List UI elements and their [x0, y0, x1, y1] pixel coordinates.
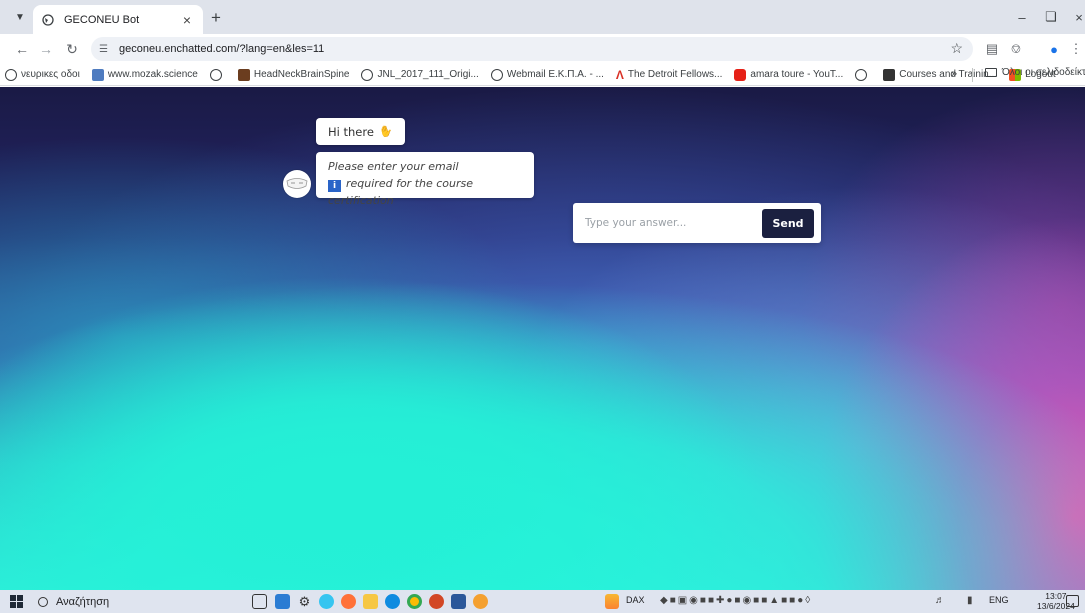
dax-chart-icon — [605, 594, 619, 609]
bookmarks-bar: νευρικες οδοι www.mozak.science HeadNeck… — [0, 64, 1085, 86]
chrome-icon[interactable] — [407, 594, 422, 609]
new-tab-button[interactable]: + — [206, 8, 226, 28]
bookmark-item[interactable] — [855, 68, 871, 81]
info-icon: i — [328, 180, 341, 192]
taskbar-search-text: Αναζήτηση — [56, 595, 110, 608]
minimize-icon[interactable]: – — [1011, 6, 1033, 28]
globe-icon — [5, 68, 17, 81]
globe-icon — [855, 68, 868, 81]
bookmark-item[interactable]: Λ The Detroit Fellows... — [616, 68, 723, 82]
search-icon — [38, 596, 48, 607]
browser-toolbar: ← → ↻ ☰ geconeu.enchatted.com/?lang=en&l… — [0, 34, 1085, 64]
bookmark-item[interactable]: amara toure - YouT... — [734, 68, 844, 81]
word-icon[interactable] — [451, 594, 466, 609]
restore-icon[interactable]: ❏ — [1040, 6, 1062, 28]
reading-list-icon[interactable]: ▤ — [982, 39, 1002, 59]
tab-strip: ▼ GECONEU Bot × + – ❏ × — [0, 0, 1085, 34]
firefox-icon[interactable] — [341, 594, 356, 609]
profile-icon[interactable]: ● — [1044, 39, 1064, 59]
close-window-icon[interactable]: × — [1068, 6, 1085, 28]
bookmark-label: Webmail Ε.Κ.Π.Α. - ... — [506, 69, 604, 80]
bookmark-label: The Detroit Fellows... — [627, 69, 723, 80]
bookmark-label: JNL_2017_111_Origi... — [377, 69, 479, 80]
file-explorer-icon[interactable] — [363, 594, 378, 609]
bookmark-label: amara toure - YouT... — [750, 69, 844, 80]
system-tray-icons[interactable]: ◆■▣◉■■✚●■◉■■▲■■●◊ — [660, 595, 812, 606]
all-bookmarks-folder[interactable]: Όλοι οι σελιδοδείκτες — [985, 67, 1085, 78]
bookmark-item[interactable]: νευρικες οδοι — [5, 68, 80, 81]
volume-icon[interactable]: ♬ — [935, 595, 945, 606]
tab-title: GECONEU Bot — [64, 13, 140, 26]
battery-icon[interactable]: ▮ — [967, 595, 973, 606]
close-tab-icon[interactable]: × — [179, 12, 195, 28]
bookmarks-divider — [972, 68, 973, 82]
bookmark-item[interactable] — [209, 68, 226, 81]
globe-icon — [490, 68, 503, 81]
edge-icon[interactable] — [385, 594, 400, 609]
tab-search-dropdown-icon[interactable]: ▼ — [9, 7, 31, 27]
site-info-icon[interactable]: ☰ — [99, 44, 119, 55]
detroit-icon: Λ — [615, 67, 624, 82]
globe-icon — [41, 13, 55, 27]
prompt-line-2: required for the course certification — [328, 177, 474, 207]
greeting-text: Hi there — [328, 124, 374, 139]
notification-icon[interactable] — [1066, 595, 1079, 607]
dax-label: DAX — [626, 595, 645, 605]
powerpoint-icon[interactable] — [429, 594, 444, 609]
bot-avatar — [283, 170, 311, 198]
book-icon — [237, 68, 250, 81]
task-view-icon[interactable] — [252, 594, 267, 609]
address-bar[interactable]: ☰ geconeu.enchatted.com/?lang=en&les=11 … — [91, 37, 973, 61]
language-indicator[interactable]: ENG — [989, 595, 1009, 605]
taskbar-search[interactable]: Αναζήτηση — [38, 593, 238, 610]
windows-start-icon[interactable] — [10, 595, 23, 608]
greeting-bubble: Hi there ✋ — [316, 118, 405, 145]
send-button[interactable]: Send — [762, 208, 814, 238]
settings-icon[interactable]: ⚙ — [297, 594, 312, 609]
url-text[interactable]: geconeu.enchatted.com/?lang=en&les=11 — [119, 43, 324, 55]
back-icon[interactable]: ← — [12, 39, 32, 59]
answer-input[interactable] — [573, 208, 762, 238]
youtube-icon — [734, 68, 747, 81]
outlook-icon[interactable] — [275, 594, 290, 609]
prompt-line-1: Please enter your email — [328, 160, 459, 173]
more-bookmarks-icon[interactable]: » — [951, 68, 957, 80]
extensions-icon[interactable]: ⎊ — [1006, 39, 1026, 59]
tab-geconeu[interactable]: GECONEU Bot × — [33, 5, 203, 34]
folder-icon — [985, 68, 997, 77]
bookmark-item[interactable]: www.mozak.science — [91, 68, 198, 81]
reload-icon[interactable]: ↻ — [62, 39, 82, 59]
bookmark-star-icon[interactable]: ☆ — [950, 40, 963, 57]
mozak-icon — [91, 68, 104, 81]
slack-icon[interactable] — [319, 594, 334, 609]
bookmark-label: νευρικες οδοι — [21, 69, 80, 80]
bookmark-item[interactable]: Courses and Trainin... — [883, 68, 998, 81]
windows-taskbar: Αναζήτηση ⚙ DAX ◆■▣◉■■✚●■◉■■▲■■●◊ ♬ ▮ EN… — [0, 590, 1085, 613]
app-icon[interactable] — [473, 594, 488, 609]
forward-icon[interactable]: → — [36, 39, 56, 59]
bookmark-label: Courses and Trainin... — [899, 69, 998, 80]
answer-form: Send — [573, 203, 821, 243]
bookmark-label: HeadNeckBrainSpine — [253, 69, 350, 80]
globe-icon — [209, 68, 222, 81]
email-prompt-bubble: Please enter your email i required for th… — [316, 152, 534, 207]
bookmark-item[interactable]: Webmail Ε.Κ.Π.Α. - ... — [490, 68, 604, 81]
chatbot-page: Hi there ✋ Please enter your email i requ… — [0, 87, 1085, 590]
bookmark-item[interactable]: HeadNeckBrainSpine — [237, 68, 350, 81]
folder-label: Όλοι οι σελιδοδείκτες — [1002, 67, 1085, 78]
bot-mask-icon — [286, 178, 308, 189]
menu-icon[interactable]: ⋮ — [1066, 39, 1085, 59]
courses-icon — [883, 68, 896, 81]
bookmark-label: www.mozak.science — [107, 69, 198, 80]
globe-icon — [361, 68, 374, 81]
waving-hand-icon: ✋ — [377, 123, 395, 140]
bookmark-item[interactable]: JNL_2017_111_Origi... — [361, 68, 479, 81]
